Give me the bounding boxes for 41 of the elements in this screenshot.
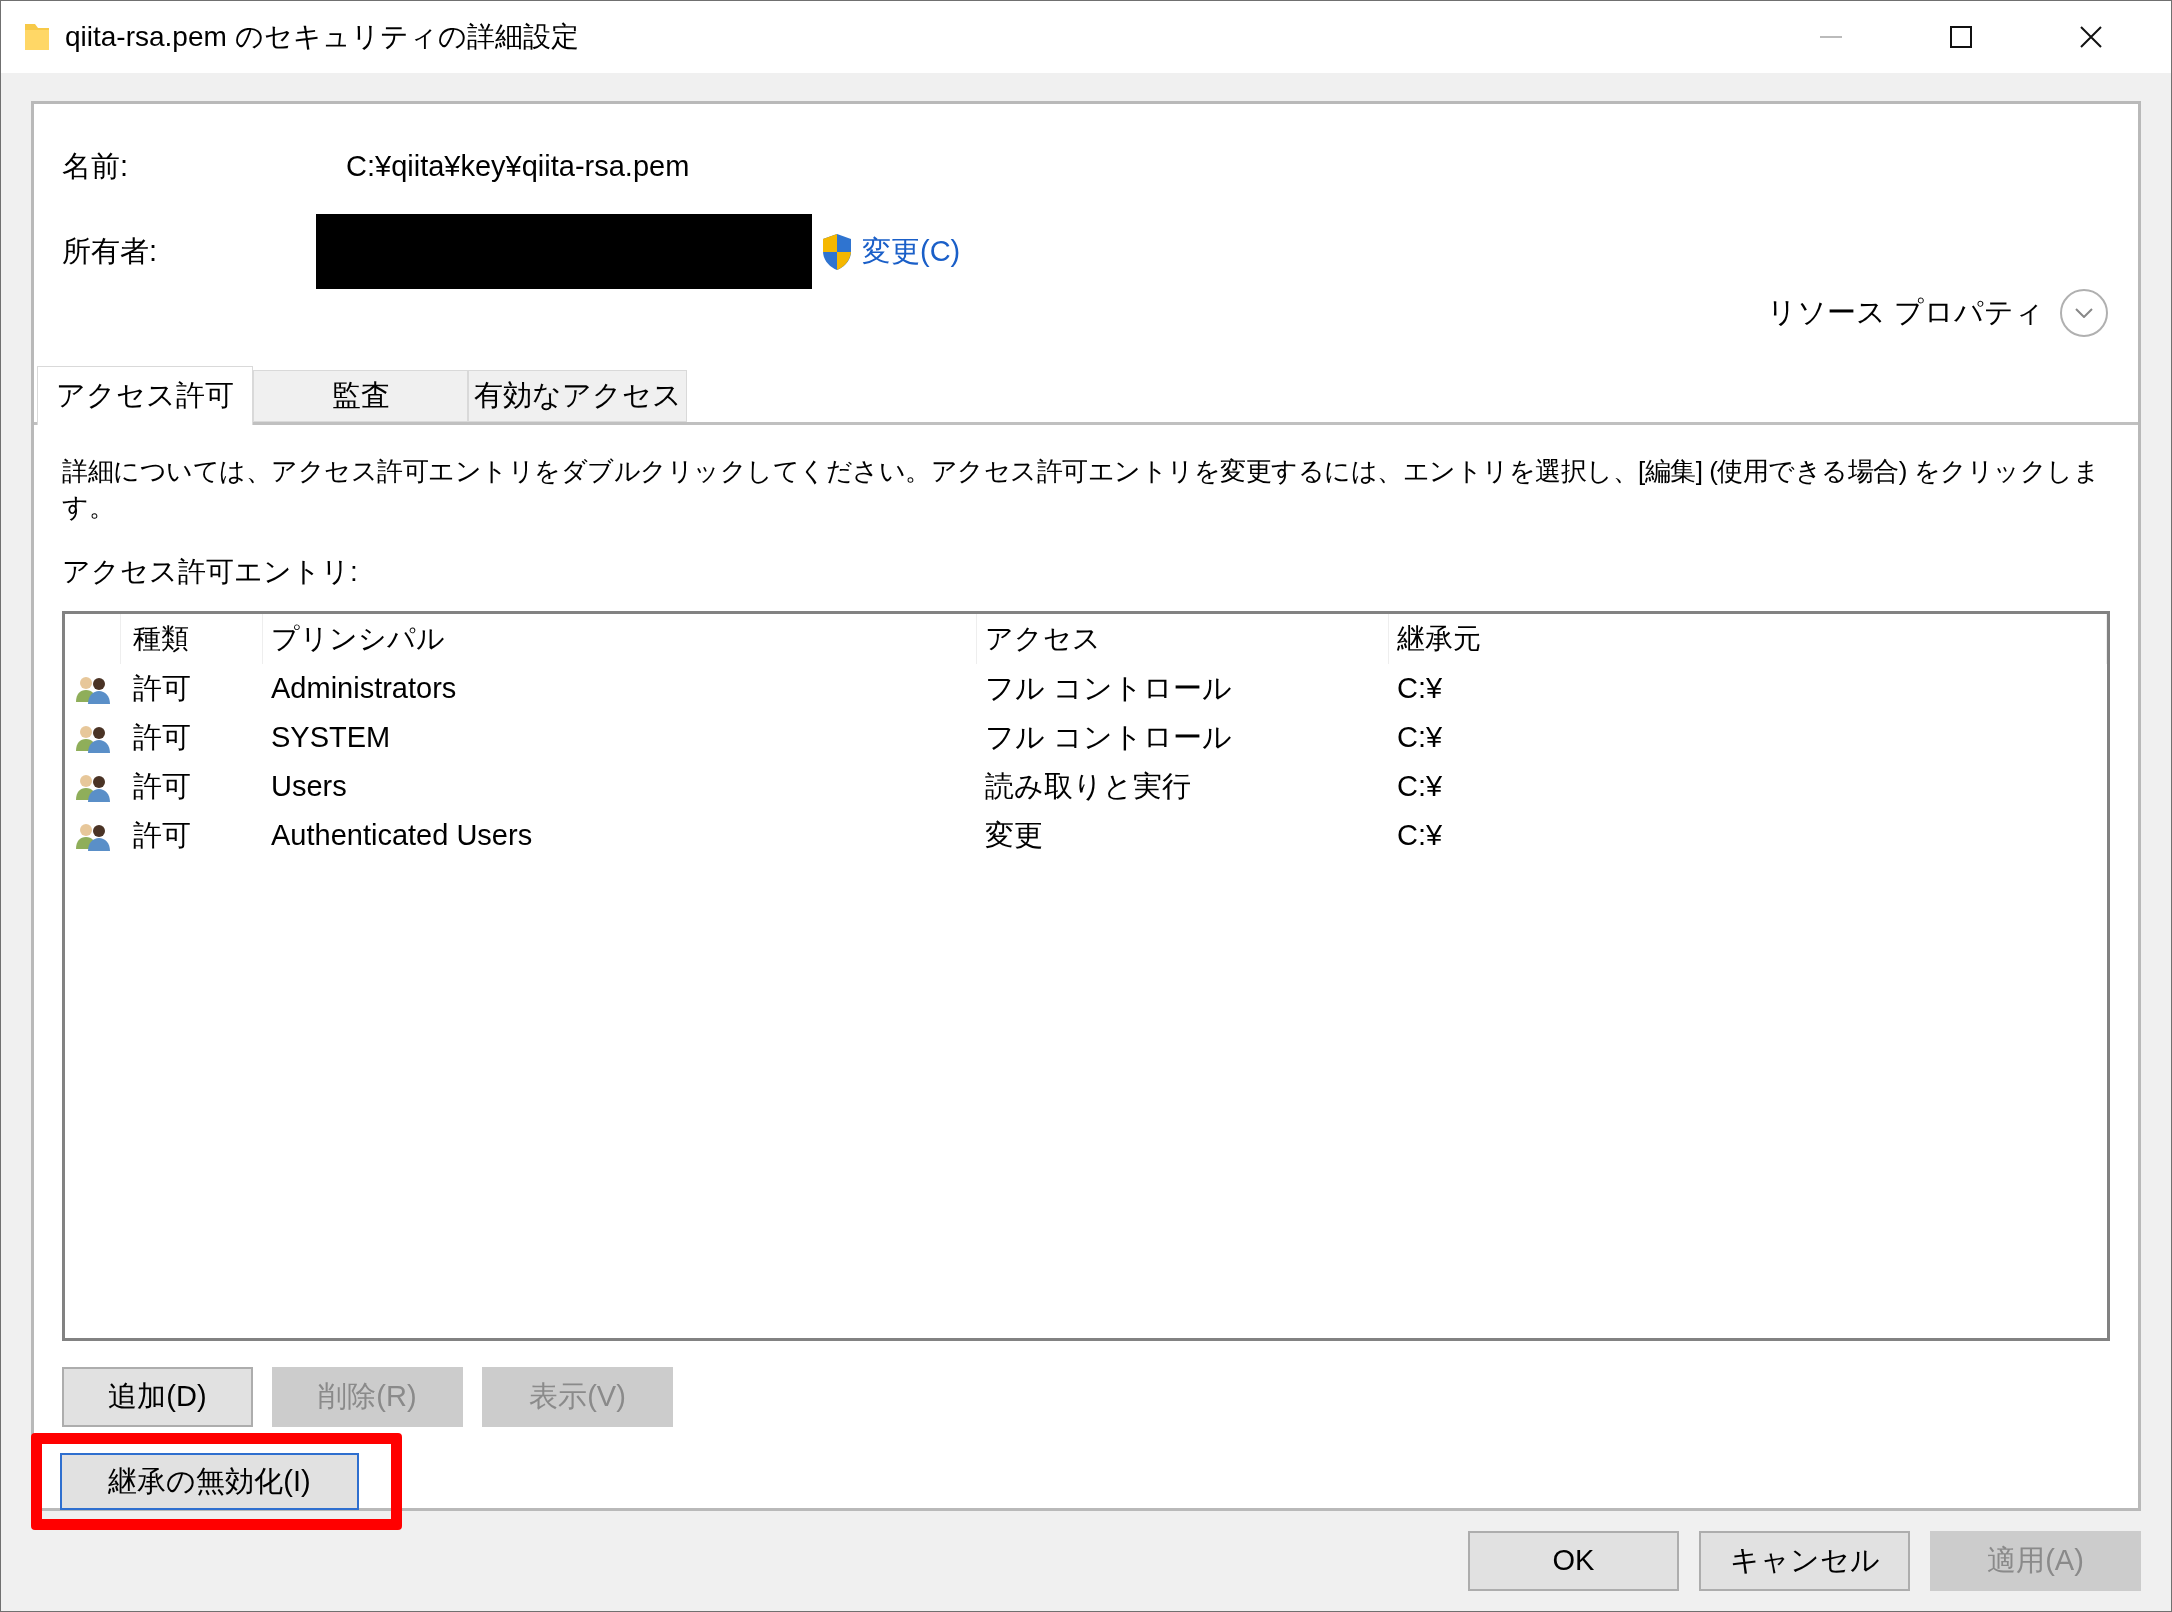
tab[interactable]: 監査 [253, 370, 468, 422]
file-path: C:¥qiita¥key¥qiita-rsa.pem [346, 149, 690, 185]
column-header[interactable]: 種類 [133, 618, 189, 660]
entries-label: アクセス許可エントリ: [62, 555, 358, 589]
shield-icon [820, 231, 854, 272]
table-cell: 許可 [133, 769, 191, 802]
entry-button[interactable]: 追加(D) [62, 1367, 253, 1427]
table-cell: 許可 [133, 671, 191, 704]
column-header[interactable]: プリンシパル [271, 618, 445, 660]
chevron-icon [2075, 308, 2093, 318]
table-cell: 許可 [133, 818, 191, 851]
table-cell: C:¥ [1397, 818, 1443, 851]
table-cell: C:¥ [1397, 720, 1443, 753]
column-header[interactable]: 継承元 [1397, 618, 1481, 660]
table-cell: C:¥ [1397, 671, 1443, 704]
dialog-button[interactable]: キャンセル [1699, 1531, 1910, 1591]
table-cell: Users [271, 769, 347, 802]
table-cell: フル コントロール [985, 720, 1233, 753]
expand-button[interactable] [2060, 289, 2108, 337]
table-cell: Authenticated Users [271, 818, 533, 851]
tab[interactable]: 有効なアクセス [468, 370, 687, 422]
table-cell: 読み取りと実行 [985, 769, 1191, 802]
table-cell: 変更 [985, 818, 1043, 851]
window-title: qiita-rsa.pem のセキュリティの詳細設定 [65, 20, 579, 54]
minimize-icon [1820, 36, 1842, 38]
table-cell: C:¥ [1397, 769, 1443, 802]
disable-inheritance-button[interactable]: 継承の無効化(I) [60, 1453, 359, 1510]
resource-properties-label: リソース プロパティ [1766, 295, 2044, 331]
maximize-icon [1950, 26, 1972, 48]
owner-label: 所有者: [62, 233, 159, 269]
table-cell: SYSTEM [271, 720, 391, 753]
column-header[interactable]: アクセス [985, 618, 1101, 660]
name-label: 名前: [62, 149, 130, 185]
table-cell: Administrators [271, 671, 457, 704]
tab[interactable]: アクセス許可 [37, 366, 253, 425]
dialog-button[interactable]: OK [1468, 1531, 1679, 1591]
close-icon [2080, 26, 2102, 48]
change-owner-link[interactable]: 変更(C) [862, 229, 961, 274]
table-cell: 許可 [133, 720, 191, 753]
description-text: 詳細については、アクセス許可エントリをダブルクリックしてください。アクセス許可エントリを変更するには、エントリを選択し、[編集] (使用できる場合) をクリックします。 [62, 455, 2101, 524]
table-cell: フル コントロール [985, 671, 1233, 704]
